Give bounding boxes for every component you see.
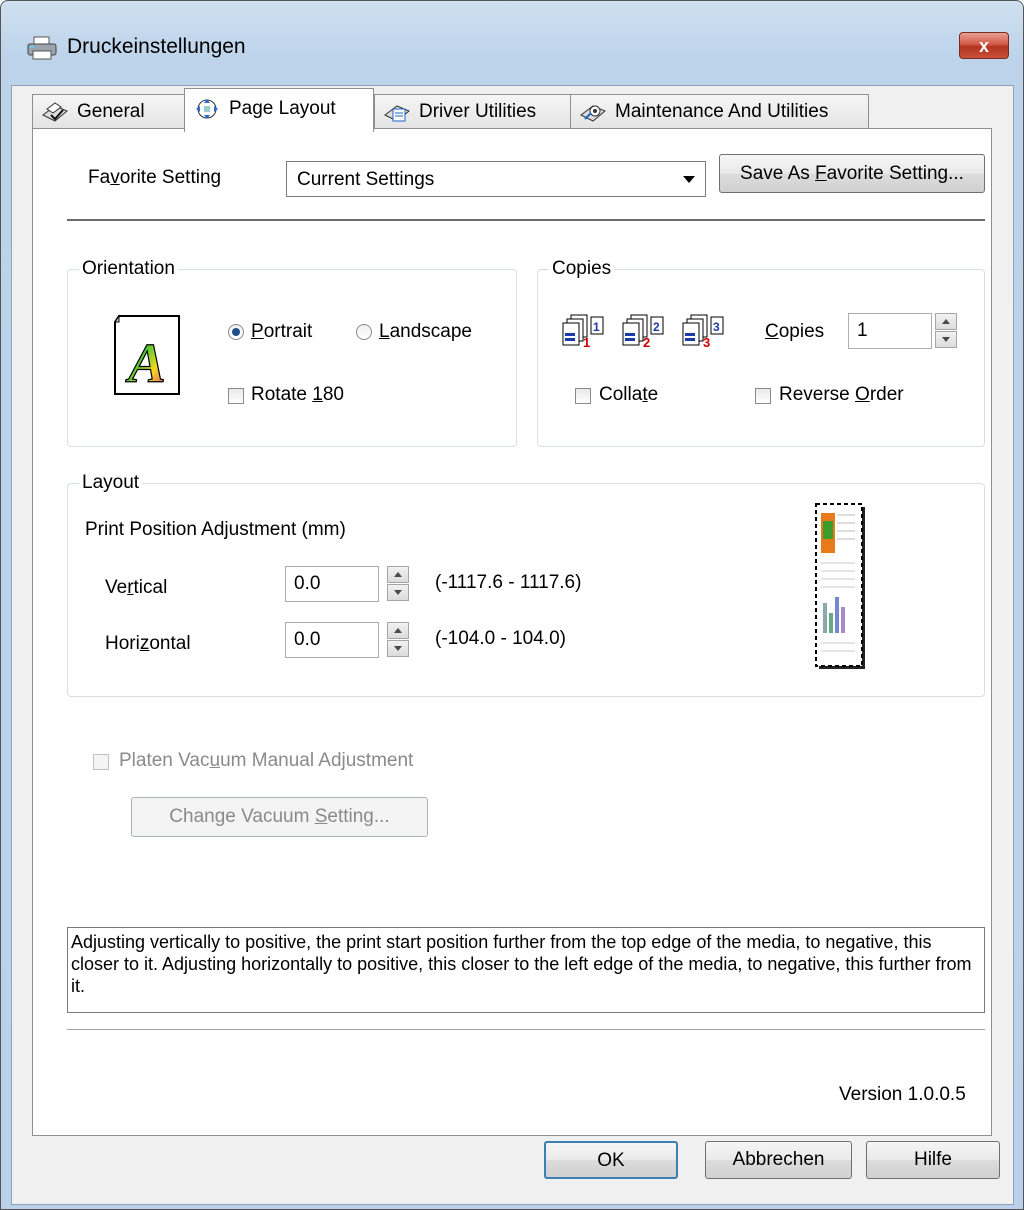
- page-position-preview-icon: [815, 503, 865, 669]
- landscape-label[interactable]: Landscape: [379, 321, 472, 343]
- help-button[interactable]: Hilfe: [866, 1141, 1000, 1179]
- reverse-order-checkbox[interactable]: [755, 388, 771, 404]
- layout-group-title: Layout: [79, 472, 143, 494]
- ok-button[interactable]: OK: [544, 1141, 678, 1179]
- collate-checkbox[interactable]: [575, 388, 591, 404]
- copies-input[interactable]: 1: [848, 313, 932, 349]
- vertical-label: Vertical: [105, 577, 168, 598]
- horizontal-label: Horizontal: [105, 633, 191, 654]
- divider: [67, 219, 985, 221]
- rotate-180-label[interactable]: Rotate 180: [251, 384, 344, 406]
- svg-text:3: 3: [703, 335, 710, 350]
- spin-up-icon[interactable]: [387, 566, 409, 583]
- tab-driver-utilities[interactable]: Driver Utilities: [374, 94, 571, 130]
- tab-label: Maintenance And Utilities: [615, 101, 829, 122]
- tab-label: Page Layout: [229, 98, 336, 119]
- platen-vacuum-label[interactable]: Platen Vacuum Manual Adjustment: [119, 750, 413, 772]
- copies-label: Copies: [765, 321, 825, 342]
- copies-spinner[interactable]: [935, 313, 957, 349]
- version-label: Version 1.0.0.5: [839, 1084, 966, 1105]
- spin-up-icon[interactable]: [387, 622, 409, 639]
- divider: [67, 1029, 985, 1030]
- horizontal-spinner[interactable]: [387, 622, 409, 658]
- svg-text:2: 2: [653, 320, 660, 334]
- horizontal-range: (-104.0 - 104.0): [435, 628, 566, 649]
- copies-group: [537, 269, 985, 447]
- spin-up-icon[interactable]: [935, 313, 957, 330]
- svg-text:A: A: [125, 333, 165, 395]
- copies-group-title: Copies: [549, 258, 615, 280]
- dialog-client: General Page Layout Driver Utilities Mai…: [11, 85, 1014, 1205]
- vertical-input[interactable]: 0.0: [285, 566, 379, 602]
- printer-icon: [27, 36, 57, 60]
- favorite-setting-label: Favorite Setting: [88, 167, 222, 188]
- favorite-setting-dropdown[interactable]: Current Settings: [286, 161, 706, 197]
- page-layout-icon: [196, 99, 218, 119]
- portrait-label[interactable]: Portrait: [251, 321, 312, 343]
- change-vacuum-setting-button[interactable]: Change Vacuum Setting...: [131, 797, 428, 837]
- maintenance-icon: [580, 105, 606, 122]
- collate-stack-icon: 1 1 2 2 3 3: [562, 314, 724, 350]
- spin-down-icon[interactable]: [935, 331, 957, 348]
- printer-check-icon: [42, 102, 68, 122]
- chevron-down-icon: [683, 176, 695, 183]
- portrait-preview-icon: A: [114, 314, 180, 396]
- svg-text:2: 2: [643, 335, 650, 350]
- driver-utilities-icon: [384, 105, 410, 122]
- platen-vacuum-checkbox[interactable]: [93, 754, 109, 770]
- horizontal-input[interactable]: 0.0: [285, 622, 379, 658]
- description-box: Adjusting vertically to positive, the pr…: [67, 927, 985, 1013]
- vertical-spinner[interactable]: [387, 566, 409, 602]
- tab-page-layout[interactable]: Page Layout: [184, 88, 374, 132]
- svg-text:1: 1: [593, 320, 600, 334]
- vertical-range: (-1117.6 - 1117.6): [435, 572, 582, 593]
- save-as-favorite-button[interactable]: Save As Favorite Setting...: [719, 154, 985, 193]
- tab-maintenance[interactable]: Maintenance And Utilities: [570, 94, 869, 130]
- tab-label: Driver Utilities: [419, 101, 537, 122]
- spin-down-icon[interactable]: [387, 640, 409, 657]
- window-title: Druckeinstellungen: [67, 35, 246, 58]
- portrait-radio[interactable]: [228, 324, 244, 340]
- page-layout-panel: Favorite Setting Current Settings Save A…: [32, 128, 992, 1136]
- cancel-button[interactable]: Abbrechen: [705, 1141, 852, 1179]
- orientation-group-title: Orientation: [79, 258, 178, 280]
- rotate-180-checkbox[interactable]: [228, 388, 244, 404]
- collate-label[interactable]: Collate: [599, 384, 658, 406]
- svg-text:1: 1: [583, 335, 590, 350]
- reverse-order-label[interactable]: Reverse Order: [779, 384, 904, 406]
- close-button[interactable]: x: [959, 32, 1009, 59]
- landscape-radio[interactable]: [356, 324, 372, 340]
- print-position-label: Print Position Adjustment (mm): [85, 519, 346, 540]
- svg-text:3: 3: [713, 320, 720, 334]
- dialog-window: Druckeinstellungen x General Page Layout: [0, 0, 1024, 1210]
- title-bar[interactable]: Druckeinstellungen x: [1, 1, 1023, 85]
- tab-general[interactable]: General: [32, 94, 185, 130]
- spin-down-icon[interactable]: [387, 584, 409, 601]
- tab-label: General: [77, 101, 145, 122]
- favorite-setting-value: Current Settings: [297, 169, 435, 190]
